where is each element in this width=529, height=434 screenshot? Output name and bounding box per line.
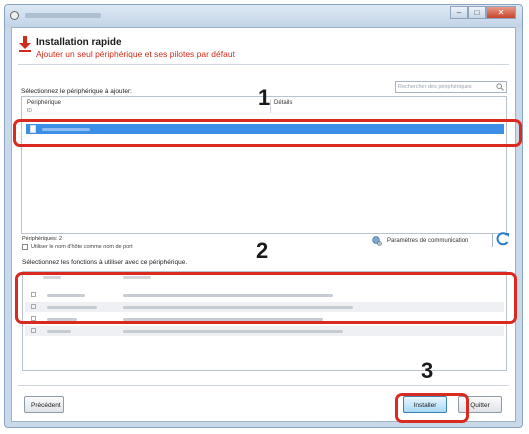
device-select-label: Sélectionnez le périphérique à ajouter: [21,88,132,95]
footer-divider [18,385,509,386]
use-host-name-checkbox[interactable] [22,244,28,250]
functions-select-label: Sélectionnez les fonctions à utiliser av… [22,259,188,266]
page-title: Installation rapide [36,37,122,48]
toolbar-separator [492,233,493,247]
installer-window: – □ ✕ Installation rapide Ajouter un seu… [4,4,523,428]
callout-box-2 [15,272,517,324]
refresh-icon[interactable] [496,231,510,247]
header-divider [18,64,509,65]
page-subtitle: Ajouter un seul périphérique et ses pilo… [36,49,235,59]
download-arrow-icon [19,36,31,52]
function-checkbox[interactable] [31,328,36,333]
use-host-name-label: Utiliser le nom d'hôte comme nom de port [31,244,133,250]
callout-number-2: 2 [256,238,269,263]
device-search-input[interactable]: Rechercher des périphériques [395,81,507,93]
window-title-blurred [25,13,101,18]
callout-box-1 [13,119,522,147]
callout-number-1: 1 [258,85,271,110]
app-icon [10,11,19,20]
function-name-blurred [47,330,71,333]
column-header-details[interactable]: Détails [274,100,292,106]
callout-number-3: 3 [421,358,434,383]
column-header-device[interactable]: Périphérique [27,100,61,106]
window-controls: – □ ✕ [450,6,516,19]
device-count-label: Périphériques: 2 [22,236,63,242]
search-placeholder: Rechercher des périphériques [398,84,472,90]
title-bar: – □ ✕ [5,5,522,27]
function-desc-blurred [123,330,343,333]
communication-settings-link[interactable]: Paramètres de communication [387,238,468,244]
column-header-id: ID [27,108,32,114]
callout-box-3 [395,393,469,423]
maximize-button[interactable]: □ [468,6,486,19]
search-icon[interactable] [496,83,504,91]
network-settings-icon[interactable] [372,236,382,246]
minimize-button[interactable]: – [450,6,468,19]
close-button[interactable]: ✕ [486,6,516,19]
device-table[interactable]: Périphérique ID Détails [21,96,507,234]
function-row[interactable] [25,326,504,336]
back-button[interactable]: Précédent [24,396,64,413]
